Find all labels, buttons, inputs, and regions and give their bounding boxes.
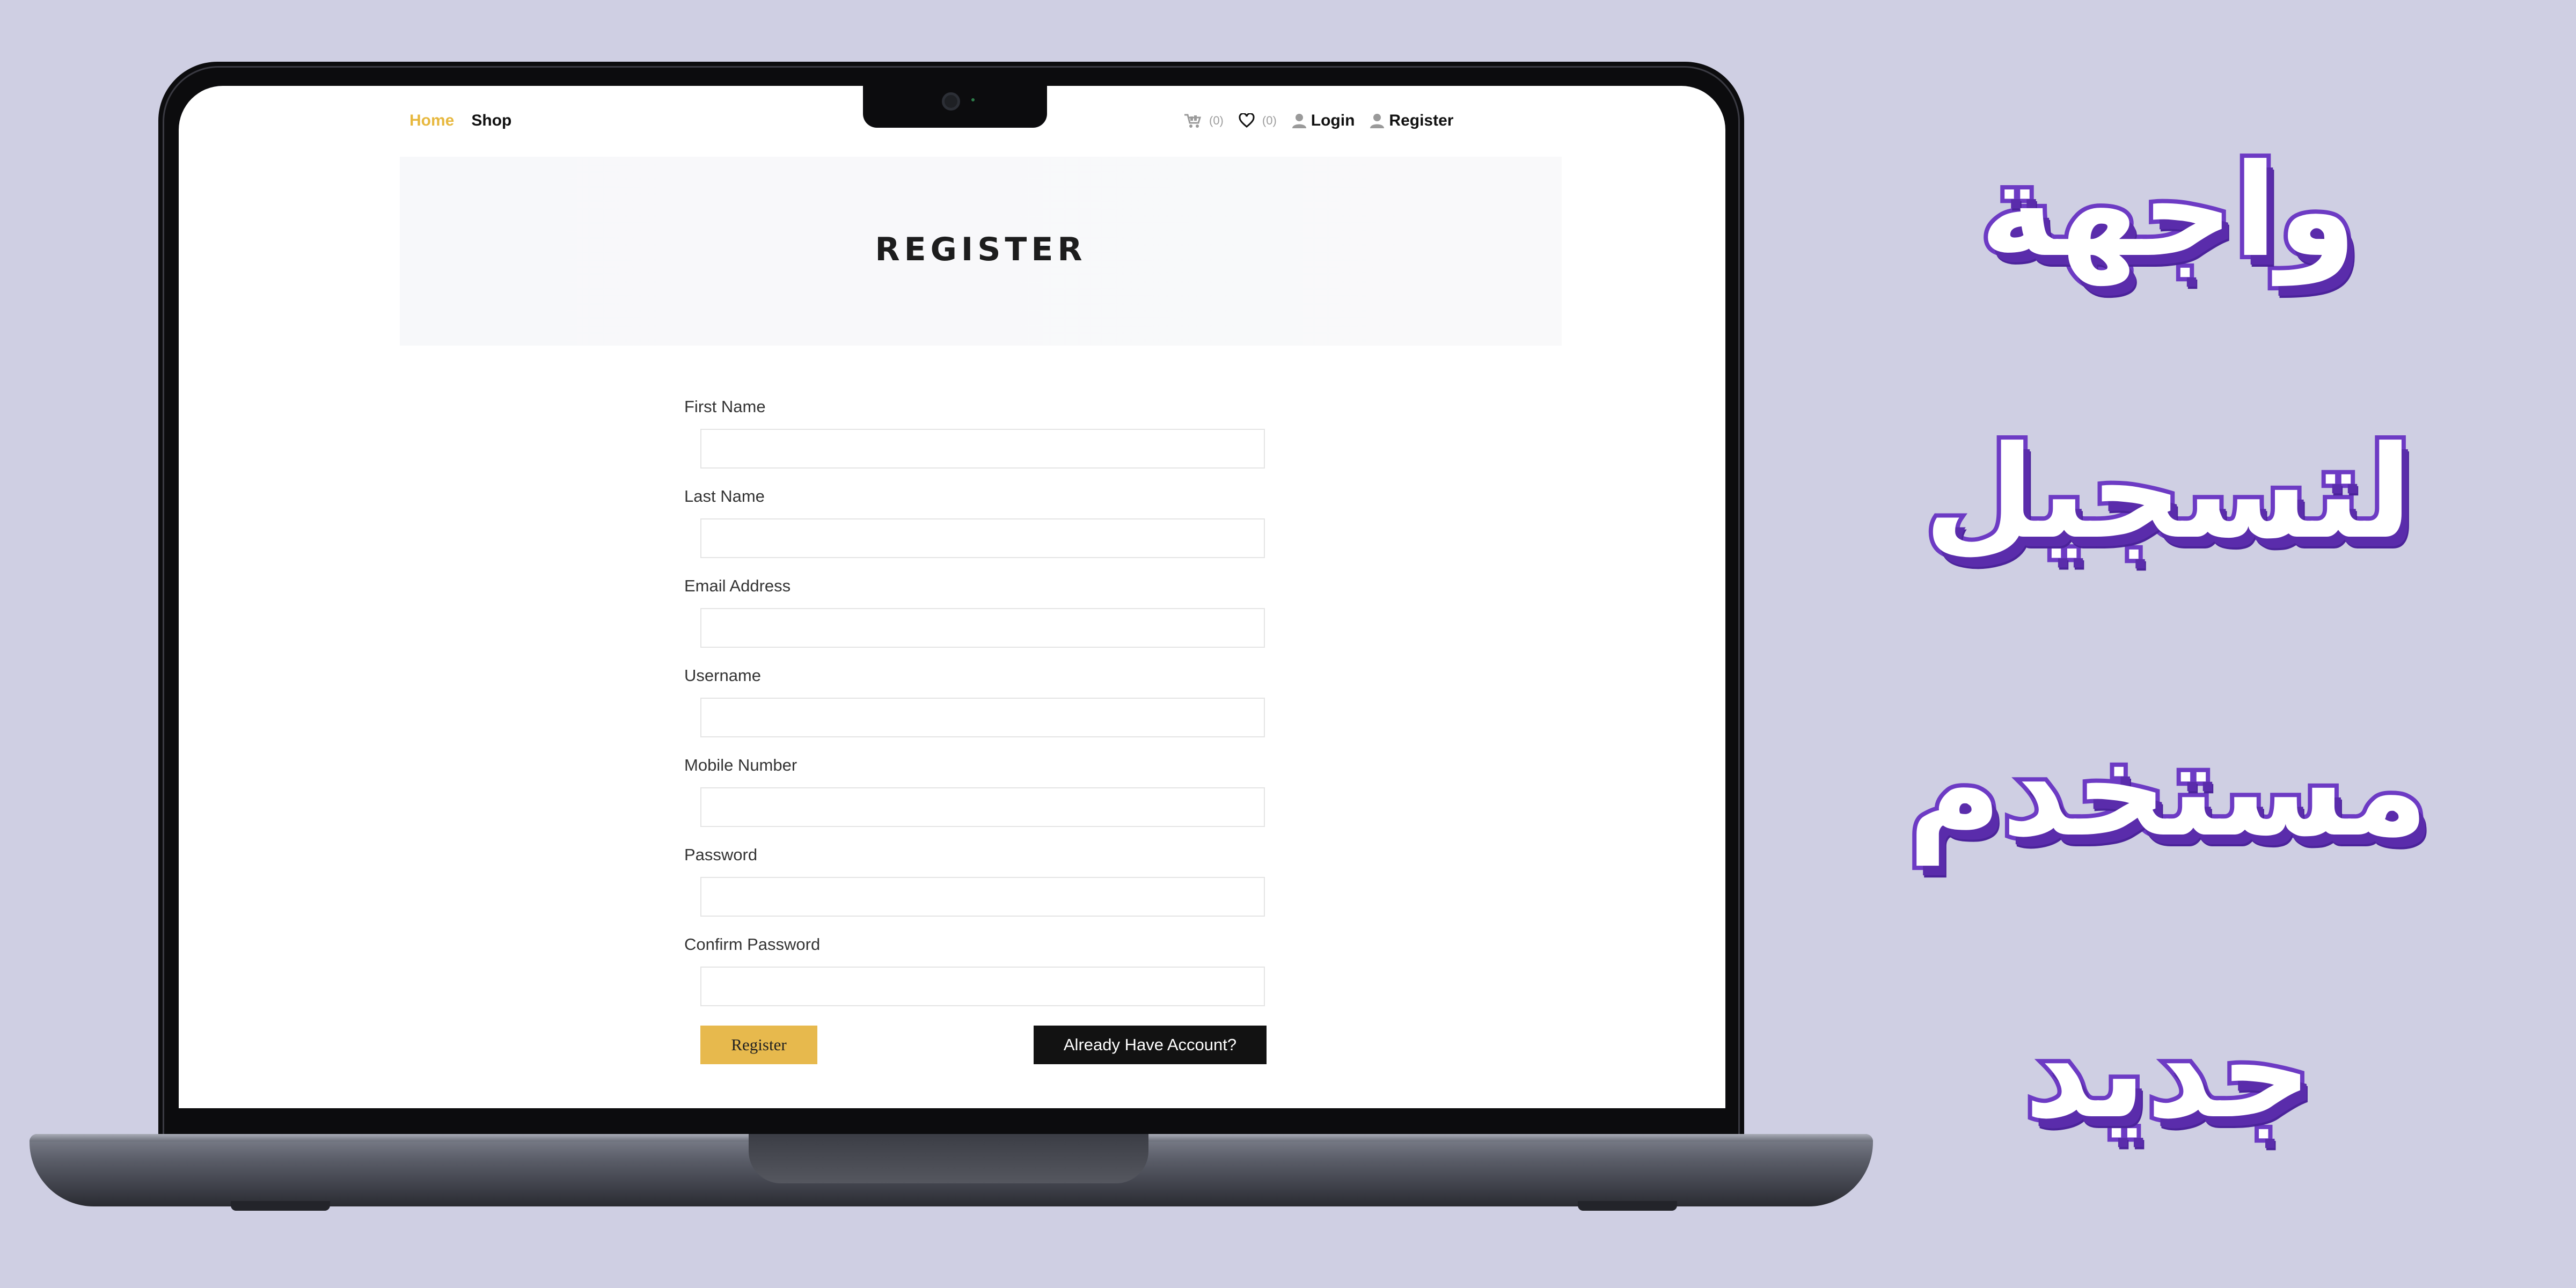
last-name-label: Last Name	[684, 487, 765, 506]
wishlist-link[interactable]: (0)	[1239, 113, 1277, 128]
laptop-foot-right	[1578, 1201, 1677, 1211]
laptop-hinge	[749, 1134, 1148, 1183]
headline-line-4: جديد	[2020, 998, 2316, 1147]
laptop-foot-left	[231, 1201, 330, 1211]
mobile-input[interactable]	[700, 787, 1265, 827]
confirm-password-label: Confirm Password	[684, 935, 821, 954]
register-label: Register	[1389, 112, 1454, 129]
register-button[interactable]: Register	[700, 1026, 817, 1064]
mobile-label: Mobile Number	[684, 756, 797, 774]
register-link[interactable]: Register	[1370, 112, 1453, 130]
password-label: Password	[684, 845, 758, 864]
username-label: Username	[684, 666, 761, 685]
first-name-input[interactable]	[700, 429, 1265, 469]
nav-shop-link[interactable]: Shop	[471, 112, 511, 130]
page-title: REGISTER	[875, 231, 1087, 268]
password-input[interactable]	[700, 877, 1265, 917]
login-link[interactable]: Login	[1292, 112, 1355, 130]
cart-icon	[1184, 114, 1202, 128]
login-label: Login	[1311, 112, 1355, 129]
headline-line-2: لتسجيل	[1920, 419, 2417, 567]
confirm-password-input[interactable]	[700, 967, 1265, 1006]
user-icon	[1370, 114, 1385, 128]
nav-home-link[interactable]: Home	[409, 112, 454, 130]
headline-line-1: واجهة	[1975, 137, 2361, 286]
cart-count: (0)	[1209, 114, 1224, 127]
cart-link[interactable]: (0)	[1183, 113, 1224, 128]
username-input[interactable]	[700, 698, 1265, 737]
wishlist-count: (0)	[1262, 114, 1277, 127]
camera-led	[971, 98, 975, 101]
last-name-input[interactable]	[700, 518, 1265, 558]
headline-line-3: مستخدم	[1904, 716, 2433, 865]
heart-icon	[1239, 113, 1255, 128]
email-label: Email Address	[684, 576, 791, 595]
camera-icon	[942, 92, 960, 111]
first-name-label: First Name	[684, 397, 766, 416]
already-have-account-button[interactable]: Already Have Account?	[1034, 1026, 1267, 1064]
email-input[interactable]	[700, 608, 1265, 648]
user-icon	[1292, 114, 1306, 128]
user-nav: (0) (0) Login Register	[1183, 112, 1468, 130]
main-nav: Home Shop	[409, 112, 529, 130]
